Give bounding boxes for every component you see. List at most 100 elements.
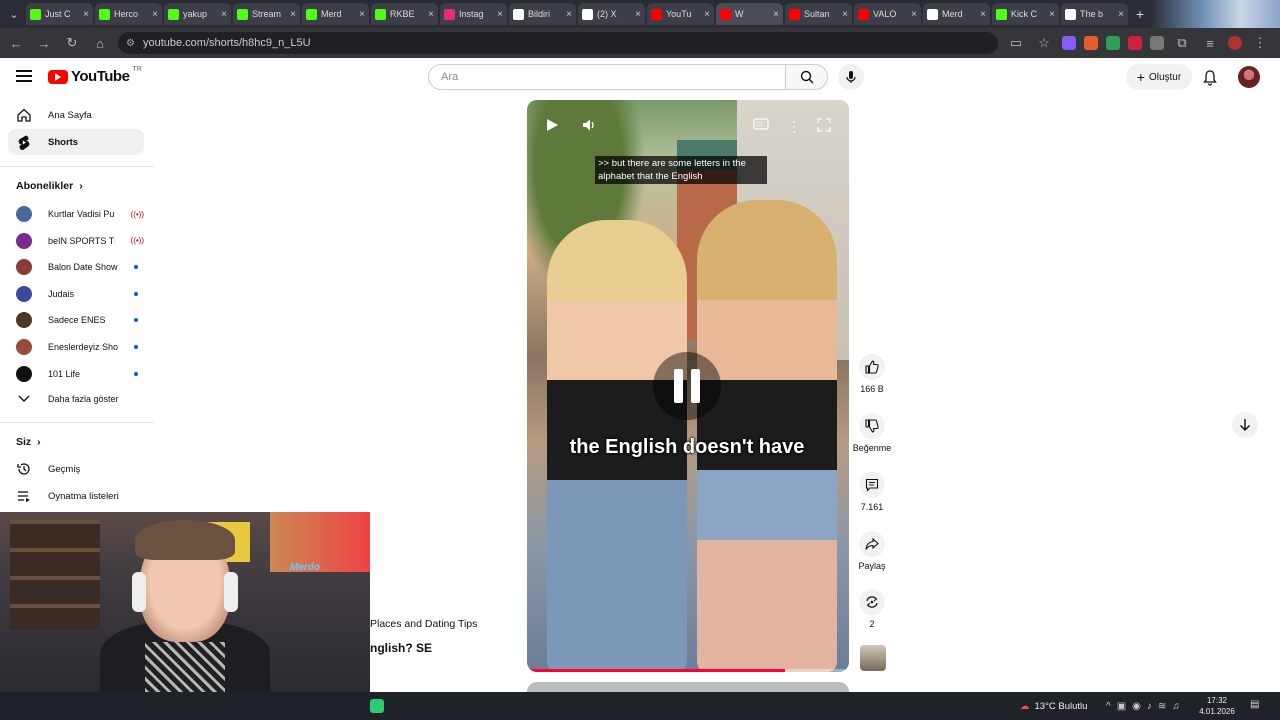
- notification-center-icon[interactable]: ▤: [1250, 699, 1264, 713]
- volume-button[interactable]: [582, 118, 596, 132]
- close-tab-icon[interactable]: ×: [704, 9, 710, 20]
- sidebar-item-playlists[interactable]: Oynatma listeleri: [8, 483, 144, 509]
- media-control-icon[interactable]: ≡: [1200, 33, 1220, 53]
- extensions-puzzle-icon[interactable]: ⧉: [1172, 33, 1192, 53]
- notifications-button[interactable]: [1200, 68, 1220, 88]
- url-field[interactable]: ⚙ youtube.com/shorts/h8hc9_n_L5U: [118, 32, 998, 54]
- close-tab-icon[interactable]: ×: [497, 9, 503, 20]
- browser-tab[interactable]: Instag ×: [440, 3, 507, 25]
- search-input[interactable]: Ara: [428, 64, 786, 90]
- weather-widget[interactable]: ☁ 13°C Bulutlu: [1020, 692, 1087, 720]
- browser-tab[interactable]: Bildiri ×: [509, 3, 576, 25]
- browser-tab[interactable]: W ×: [716, 3, 783, 25]
- dislike-action[interactable]: Beğenme: [850, 413, 894, 453]
- browser-tab[interactable]: The b ×: [1061, 3, 1128, 25]
- menu-icon[interactable]: [16, 68, 32, 84]
- site-info-icon[interactable]: ⚙: [126, 38, 135, 49]
- browser-tab[interactable]: Merd ×: [302, 3, 369, 25]
- remix-button[interactable]: [859, 589, 885, 615]
- show-more-button[interactable]: Daha fazla göster: [8, 387, 144, 411]
- extension-icon[interactable]: [1150, 36, 1164, 50]
- sound-thumbnail[interactable]: [860, 645, 886, 671]
- back-icon[interactable]: ←: [6, 33, 26, 53]
- tray-overflow-icon[interactable]: ^: [1106, 701, 1111, 712]
- close-tab-icon[interactable]: ×: [83, 9, 89, 20]
- comments-action[interactable]: 7.161: [850, 472, 894, 512]
- subscriptions-heading[interactable]: Abonelikler ›: [16, 180, 83, 192]
- sidebar-item-shorts[interactable]: Shorts: [8, 129, 144, 155]
- play-button[interactable]: [545, 118, 559, 132]
- browser-tab[interactable]: Herco ×: [95, 3, 162, 25]
- tab-search-icon[interactable]: ⌄: [4, 3, 24, 25]
- profile-avatar[interactable]: [1228, 36, 1242, 50]
- search-button[interactable]: [786, 64, 828, 90]
- close-tab-icon[interactable]: ×: [359, 9, 365, 20]
- like-button[interactable]: [859, 354, 885, 380]
- network-icon[interactable]: ≋: [1158, 701, 1166, 712]
- remix-action[interactable]: 2: [850, 589, 894, 629]
- tray-app-icon[interactable]: ▣: [1117, 701, 1126, 712]
- extension-icon[interactable]: [1106, 36, 1120, 50]
- extension-icon[interactable]: [1062, 36, 1076, 50]
- close-tab-icon[interactable]: ×: [428, 9, 434, 20]
- share-action[interactable]: Paylaş: [850, 531, 894, 571]
- browser-tab[interactable]: VALO ×: [854, 3, 921, 25]
- sidebar-item-home[interactable]: Ana Sayfa: [8, 102, 144, 128]
- close-tab-icon[interactable]: ×: [152, 9, 158, 20]
- voice-search-button[interactable]: [838, 64, 864, 90]
- subscription-item[interactable]: Kurtlar Vadisi Pu... ((•)): [8, 202, 144, 226]
- share-button[interactable]: [859, 531, 885, 557]
- browser-tab[interactable]: Sultan ×: [785, 3, 852, 25]
- forward-icon[interactable]: →: [34, 33, 54, 53]
- volume-tray-icon[interactable]: ♫: [1172, 701, 1180, 712]
- extension-icon[interactable]: [1084, 36, 1098, 50]
- close-tab-icon[interactable]: ×: [221, 9, 227, 20]
- browser-tab[interactable]: YouTu ×: [647, 3, 714, 25]
- captions-button[interactable]: CC: [753, 118, 769, 130]
- taskbar-app-icon[interactable]: [370, 699, 384, 713]
- more-options-icon[interactable]: ⋮: [787, 118, 801, 135]
- browser-tab[interactable]: RKBE ×: [371, 3, 438, 25]
- subscription-item[interactable]: Judais: [8, 282, 144, 306]
- video-title-fragment[interactable]: Places and Dating Tips: [370, 618, 477, 630]
- subscription-item[interactable]: Sadece ENES: [8, 308, 144, 332]
- progress-bar[interactable]: [527, 669, 849, 672]
- video-title-fragment-bold[interactable]: nglish? SE: [370, 641, 432, 655]
- like-action[interactable]: 166 B: [850, 354, 894, 394]
- close-tab-icon[interactable]: ×: [1049, 9, 1055, 20]
- shorts-player[interactable]: CC ⋮ >> but there are some letters in th…: [527, 100, 849, 672]
- close-tab-icon[interactable]: ×: [980, 9, 986, 20]
- close-tab-icon[interactable]: ×: [842, 9, 848, 20]
- sidebar-item-history[interactable]: Geçmiş: [8, 456, 144, 482]
- home-button-icon[interactable]: ⌂: [90, 33, 110, 53]
- create-button[interactable]: + Oluştur: [1126, 64, 1192, 90]
- reload-icon[interactable]: ↻: [62, 33, 82, 53]
- subscription-item[interactable]: 101 Life: [8, 362, 144, 386]
- account-avatar[interactable]: [1238, 66, 1260, 88]
- browser-tab[interactable]: yakup ×: [164, 3, 231, 25]
- pause-button[interactable]: [653, 352, 721, 420]
- fullscreen-button[interactable]: [817, 118, 831, 132]
- new-tab-button[interactable]: +: [1130, 4, 1150, 24]
- close-tab-icon[interactable]: ×: [773, 9, 779, 20]
- browser-tab[interactable]: Just C ×: [26, 3, 93, 25]
- browser-tab[interactable]: Stream ×: [233, 3, 300, 25]
- subscription-item[interactable]: Eneslerdeyiz Show: [8, 335, 144, 359]
- tray-app-icon[interactable]: ◉: [1132, 701, 1141, 712]
- dislike-button[interactable]: [859, 413, 885, 439]
- browser-menu-icon[interactable]: ⋮: [1250, 33, 1270, 53]
- browser-tab[interactable]: Kick C ×: [992, 3, 1059, 25]
- youtube-logo[interactable]: YouTube TR: [48, 66, 142, 85]
- extension-icon[interactable]: [1128, 36, 1142, 50]
- browser-tab[interactable]: Merd ×: [923, 3, 990, 25]
- bookmark-star-icon[interactable]: ☆: [1034, 33, 1054, 53]
- browser-tab[interactable]: (2) X ×: [578, 3, 645, 25]
- tray-mic-icon[interactable]: ♪: [1147, 701, 1152, 712]
- subscription-item[interactable]: Balon Date Show: [8, 255, 144, 279]
- close-tab-icon[interactable]: ×: [911, 9, 917, 20]
- close-tab-icon[interactable]: ×: [1118, 9, 1124, 20]
- taskbar-clock[interactable]: 17:32 4.01.2026: [1196, 695, 1238, 717]
- comments-button[interactable]: [859, 472, 885, 498]
- close-tab-icon[interactable]: ×: [566, 9, 572, 20]
- close-tab-icon[interactable]: ×: [635, 9, 641, 20]
